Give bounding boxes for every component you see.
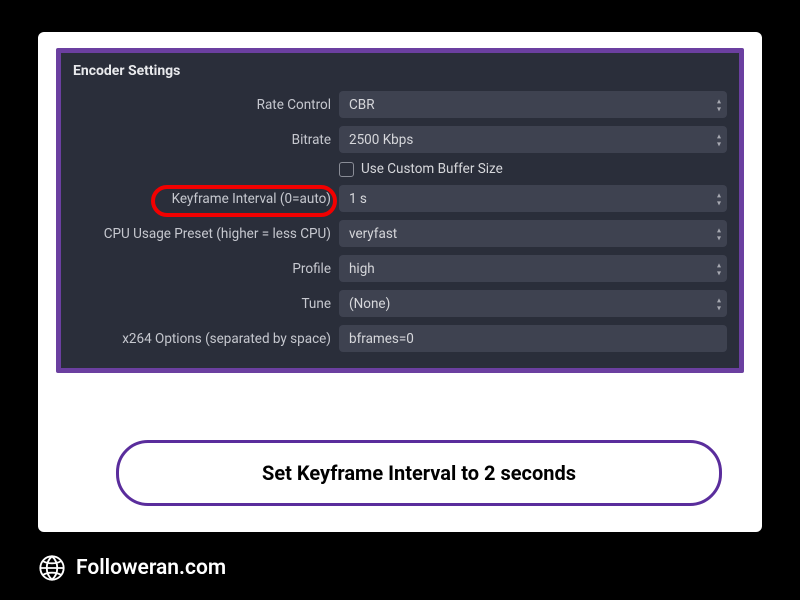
x264-options-value: bframes=0: [349, 331, 414, 347]
label-cpu-preset: CPU Usage Preset (higher = less CPU): [73, 226, 331, 242]
row-cpu-preset: CPU Usage Preset (higher = less CPU) ver…: [73, 220, 727, 247]
rate-control-select[interactable]: CBR ▴▾: [339, 91, 727, 118]
bitrate-input[interactable]: 2500 Kbps ▴▾: [339, 126, 727, 153]
chevron-updown-icon: ▴▾: [717, 97, 721, 112]
card-container: Encoder Settings Rate Control CBR ▴▾ Bit…: [38, 32, 762, 532]
globe-icon: [38, 554, 66, 582]
label-profile: Profile: [73, 261, 331, 277]
bitrate-value: 2500 Kbps: [349, 132, 413, 148]
caption-text: Set Keyframe Interval to 2 seconds: [262, 461, 576, 485]
chevron-updown-icon: ▴▾: [717, 296, 721, 311]
row-bitrate: Bitrate 2500 Kbps ▴▾: [73, 126, 727, 153]
row-x264-options: x264 Options (separated by space) bframe…: [73, 325, 727, 352]
panel-frame: Encoder Settings Rate Control CBR ▴▾ Bit…: [56, 48, 744, 373]
chevron-updown-icon: ▴▾: [717, 132, 721, 147]
cpu-preset-select[interactable]: veryfast ▴▾: [339, 220, 727, 247]
row-tune: Tune (None) ▴▾: [73, 290, 727, 317]
label-bitrate: Bitrate: [73, 132, 331, 148]
row-keyframe-interval: Keyframe Interval (0=auto) 1 s ▴▾: [73, 185, 727, 212]
chevron-updown-icon: ▴▾: [717, 226, 721, 241]
cpu-preset-value: veryfast: [349, 226, 397, 242]
profile-value: high: [349, 261, 375, 277]
footer: Followeran.com: [38, 554, 226, 582]
row-custom-buffer: Use Custom Buffer Size: [73, 161, 727, 177]
label-x264-options: x264 Options (separated by space): [73, 331, 331, 347]
label-rate-control: Rate Control: [73, 97, 331, 113]
label-tune: Tune: [73, 296, 331, 312]
tune-value: (None): [349, 296, 390, 312]
caption-pill: Set Keyframe Interval to 2 seconds: [116, 440, 722, 506]
rate-control-value: CBR: [349, 97, 375, 113]
x264-options-input[interactable]: bframes=0: [339, 325, 727, 352]
encoder-settings-panel: Encoder Settings Rate Control CBR ▴▾ Bit…: [61, 53, 739, 368]
keyframe-interval-input[interactable]: 1 s ▴▾: [339, 185, 727, 212]
chevron-updown-icon: ▴▾: [717, 191, 721, 206]
custom-buffer-checkbox[interactable]: [339, 162, 354, 177]
profile-select[interactable]: high ▴▾: [339, 255, 727, 282]
tune-select[interactable]: (None) ▴▾: [339, 290, 727, 317]
chevron-updown-icon: ▴▾: [717, 261, 721, 276]
label-custom-buffer: Use Custom Buffer Size: [361, 161, 503, 177]
footer-site: Followeran.com: [76, 556, 226, 580]
panel-title: Encoder Settings: [73, 63, 727, 79]
keyframe-interval-value: 1 s: [349, 191, 367, 207]
row-rate-control: Rate Control CBR ▴▾: [73, 91, 727, 118]
label-keyframe-interval: Keyframe Interval (0=auto): [73, 191, 331, 207]
row-profile: Profile high ▴▾: [73, 255, 727, 282]
